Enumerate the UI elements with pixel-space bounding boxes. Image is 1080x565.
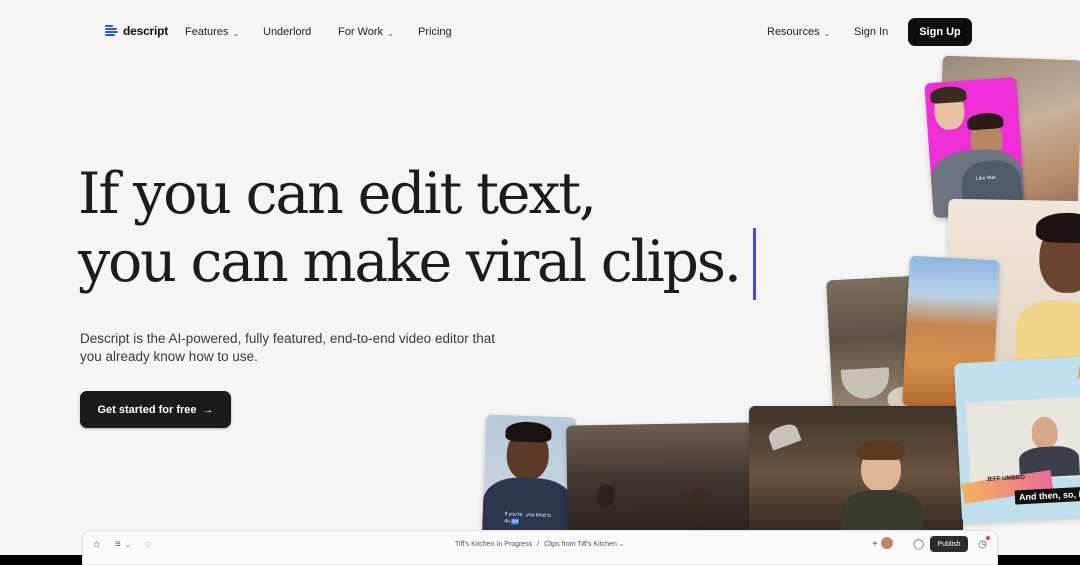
nav-resources-label: Resources <box>767 26 820 38</box>
editor-breadcrumb: Tiff's Kitchen In Progress / Clips from … <box>455 540 625 548</box>
two-people-pink-video-card: Like Wat <box>924 76 1026 219</box>
arrow-right-icon: → <box>202 403 214 416</box>
chevron-down-icon: ⌄ <box>387 28 394 38</box>
notification-dot <box>986 536 990 540</box>
comment-icon[interactable]: ◯ <box>913 539 924 550</box>
descript-logo-icon <box>105 24 118 38</box>
dark-studio-video-card <box>566 422 754 536</box>
sign-up-button[interactable]: Sign Up <box>908 18 972 46</box>
publish-label: Publish <box>937 540 961 548</box>
podcast-headphones-video-card <box>749 406 963 541</box>
brand-name: descript <box>123 24 169 38</box>
chevron-down-icon: ⌄ <box>823 28 831 38</box>
publish-button[interactable]: Publish <box>930 536 968 552</box>
status-icon: ◌ <box>145 539 151 550</box>
nav-pricing[interactable]: Pricing <box>418 26 452 38</box>
nav-pricing-label: Pricing <box>418 26 452 38</box>
sign-in-link[interactable]: Sign In <box>854 26 888 38</box>
nav-for-work-label: For Work <box>338 26 384 38</box>
headline-line-2: you can make viral clips. <box>78 229 742 295</box>
nav-underlord[interactable]: Underlord <box>263 26 311 38</box>
chevron-down-icon[interactable]: ⌄ <box>619 541 625 548</box>
card-caption-highlight: aut <box>511 518 519 525</box>
menu-icon[interactable]: ≡ <box>115 539 121 550</box>
chevron-down-icon[interactable]: ⌄ <box>125 541 131 549</box>
nav-resources[interactable]: Resources ⌄ <box>767 26 830 38</box>
nav-features-label: Features <box>185 26 229 38</box>
hero-headline: If you can edit text, you can make viral… <box>78 160 742 296</box>
headline-line-1: If you can edit text, <box>78 161 597 227</box>
avatar[interactable] <box>881 537 893 549</box>
interview-video-card: R JEFF UMBRO And then, so, i <box>953 356 1080 524</box>
breadcrumb-separator: / <box>537 541 540 548</box>
breadcrumb-project[interactable]: Tiff's Kitchen In Progress <box>455 541 532 548</box>
timer-icon[interactable]: ◷ <box>978 539 987 550</box>
host-speaking-video-card: If you're , you tend to do aut <box>481 414 577 538</box>
nav-for-work[interactable]: For Work ⌄ <box>338 26 394 38</box>
card-letter: R <box>1076 362 1080 383</box>
text-cursor-caret <box>753 228 756 300</box>
editor-toolbar-preview: ⌂ ≡ ⌄ ◌ Tiff's Kitchen In Progress / Cli… <box>82 530 998 565</box>
sign-in-label: Sign In <box>854 26 889 38</box>
sign-up-label: Sign Up <box>919 26 961 38</box>
descript-logo[interactable]: descript <box>105 24 168 38</box>
nav-features[interactable]: Features ⌄ <box>185 26 239 38</box>
nav-underlord-label: Underlord <box>263 26 312 38</box>
subtitle-caption: And then, so, i <box>1014 486 1080 505</box>
add-collaborator-icon[interactable]: + <box>872 539 878 550</box>
card-caption: If you're , you tend to do aut <box>504 511 554 527</box>
get-started-button[interactable]: Get started for free → <box>80 391 231 428</box>
home-icon[interactable]: ⌂ <box>94 539 100 550</box>
breadcrumb-clip[interactable]: Clips from Tiff's Kitchen <box>544 541 617 548</box>
get-started-label: Get started for free <box>97 403 197 416</box>
top-navigation: descript Features ⌄ Underlord For Work ⌄… <box>0 0 1080 64</box>
chevron-down-icon: ⌄ <box>232 28 240 38</box>
hero-subtext: Descript is the AI-powered, fully featur… <box>80 331 495 364</box>
